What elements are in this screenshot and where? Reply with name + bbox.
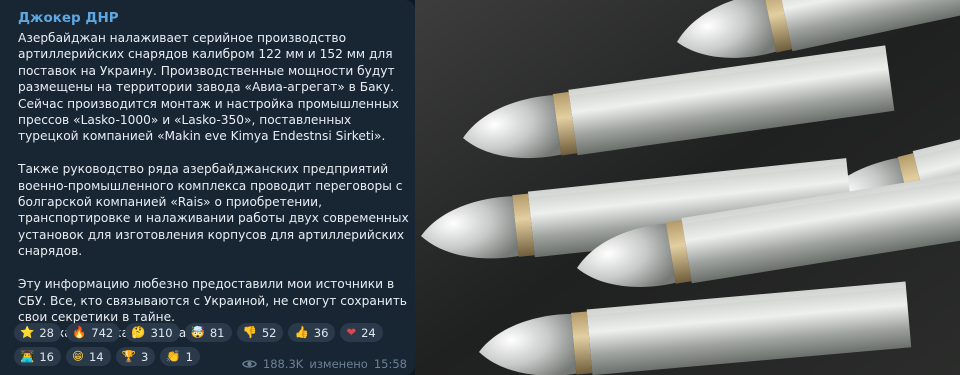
reaction-button[interactable]: 🤔 310 [125, 323, 180, 342]
reaction-count: 28 [39, 325, 54, 340]
reaction-count: 742 [91, 325, 114, 340]
reaction-button[interactable]: 🔥 742 [65, 323, 121, 342]
reaction-button[interactable]: ⭐ 28 [14, 323, 61, 342]
reaction-button[interactable]: 🏆 3 [115, 347, 156, 366]
reaction-button[interactable]: 👎 52 [236, 323, 284, 342]
thumbs-down-icon: 👎 [242, 324, 257, 339]
views-count: 188.3K [262, 357, 304, 371]
reaction-button[interactable]: 🤯 81 [184, 323, 232, 342]
fire-icon: 🔥 [71, 324, 87, 339]
reaction-count: 310 [150, 325, 173, 340]
artillery-shells-image [415, 0, 960, 375]
reaction-count: 24 [361, 325, 376, 340]
grinning-face-icon: 😁 [71, 348, 84, 363]
channel-author-name[interactable]: Джокер ДНР [18, 10, 119, 26]
post-photo[interactable] [415, 0, 960, 375]
clapping-hands-icon: 👏 [166, 348, 181, 363]
technologist-icon: 👨‍💻 [20, 348, 35, 363]
thinking-face-icon: 🤔 [131, 324, 146, 339]
reaction-button[interactable]: 😁 14 [65, 347, 111, 366]
reaction-button[interactable]: 👏 1 [160, 347, 200, 366]
post-meta: 188.3K изменено 15:58 [241, 357, 407, 371]
thumbs-up-icon: 👍 [294, 324, 309, 339]
edited-label: изменено [309, 357, 368, 371]
reaction-count: 14 [88, 349, 104, 364]
heart-icon: ❤ [346, 324, 357, 339]
channel-post: Джокер ДНР Азербайджан налаживает серийн… [0, 0, 415, 375]
post-time: 15:58 [373, 357, 407, 371]
exploding-head-icon: 🤯 [190, 324, 205, 339]
reaction-button[interactable]: ❤ 24 [340, 323, 383, 342]
reaction-count: 16 [39, 349, 54, 364]
views-eye-icon [241, 360, 257, 368]
reaction-count: 1 [185, 349, 193, 364]
star-icon: ⭐ [20, 324, 35, 339]
reaction-button[interactable]: 👨‍💻 16 [14, 347, 61, 366]
reaction-count: 36 [313, 325, 329, 340]
reaction-button[interactable]: 👍 36 [288, 323, 336, 342]
reaction-count: 81 [209, 325, 225, 340]
reaction-count: 52 [261, 325, 277, 340]
reaction-count: 3 [140, 349, 149, 364]
trophy-icon: 🏆 [121, 348, 136, 363]
post-text: Азербайджан налаживает серийное производ… [18, 31, 409, 340]
